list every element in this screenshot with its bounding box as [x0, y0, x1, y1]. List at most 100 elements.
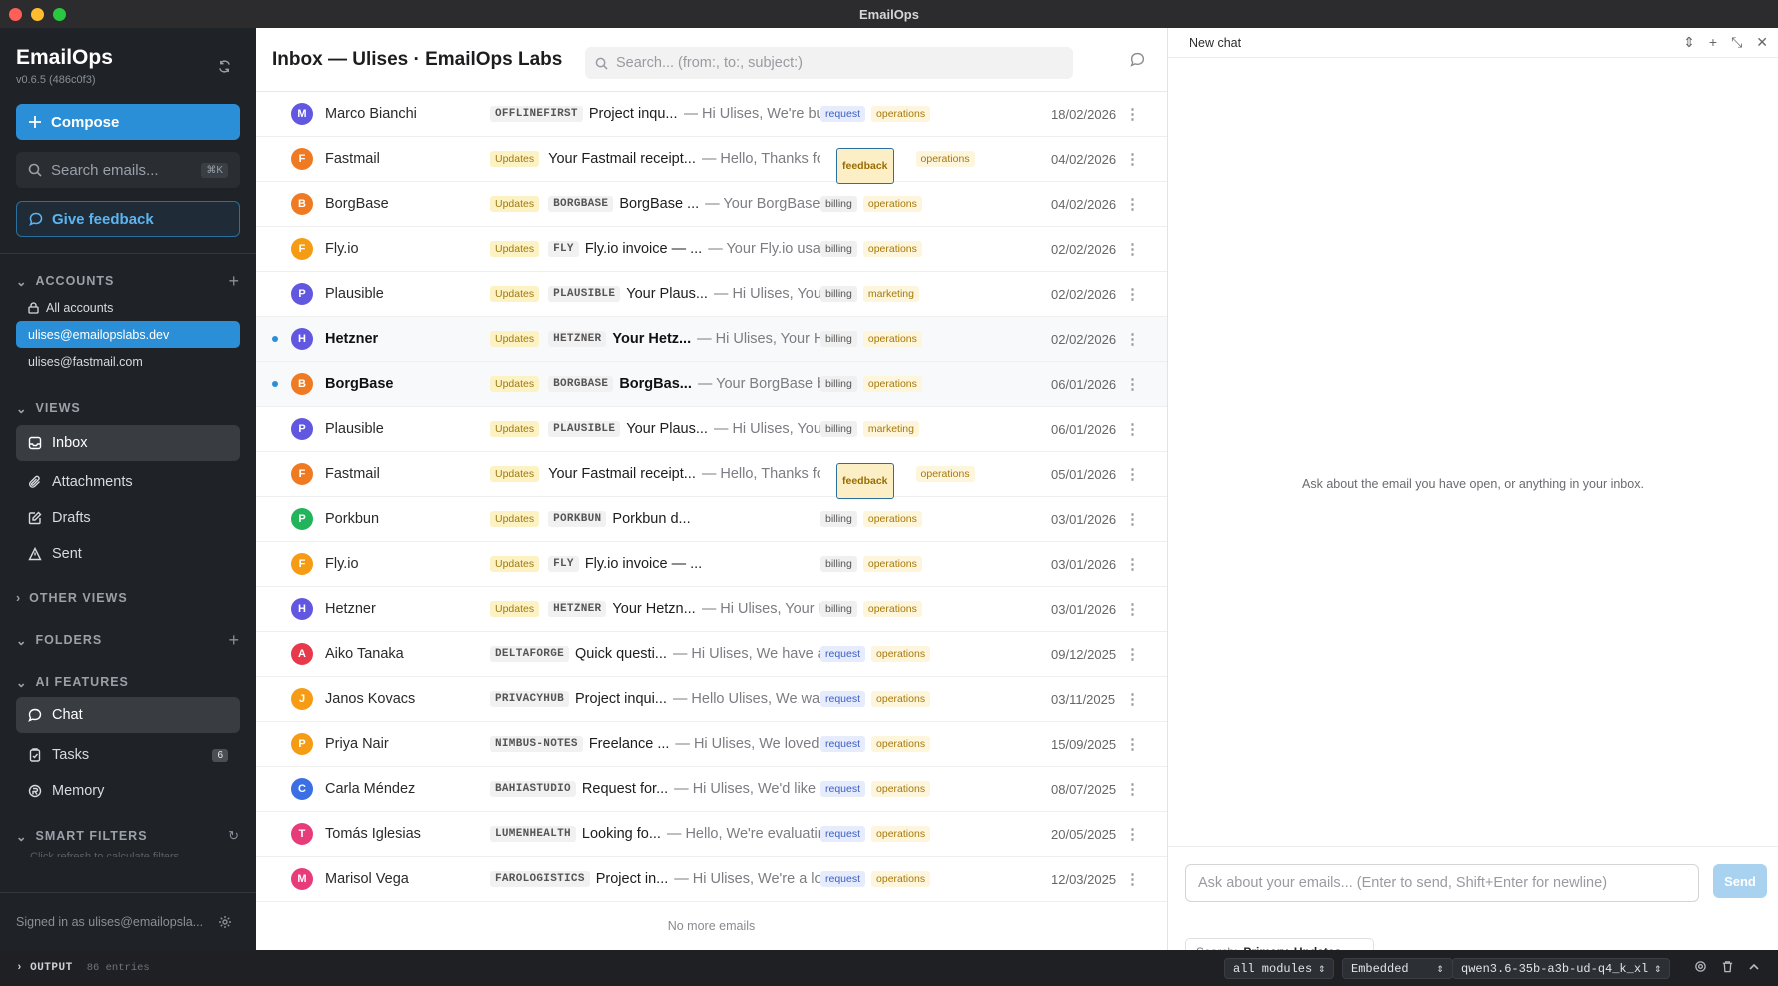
label-badge[interactable]: billing: [820, 241, 857, 257]
label-badge[interactable]: request: [820, 736, 866, 752]
expand-icon[interactable]: ⤡: [1731, 34, 1742, 51]
email-row[interactable]: H Hetzner Updates HETZNER Your Hetz... — Hi U…: [256, 317, 1167, 362]
email-row[interactable]: T Tomás Iglesias LUMENHEALTH Looking fo... —…: [256, 812, 1167, 857]
label-badge[interactable]: billing: [820, 196, 857, 212]
sidebar-item-attachments[interactable]: Attachments: [16, 464, 240, 500]
email-row[interactable]: B BorgBase Updates BORGBASE BorgBas... — Your…: [256, 362, 1167, 407]
views-section-header[interactable]: ⌄ VIEWS: [0, 395, 256, 421]
label-badge[interactable]: operations: [862, 601, 922, 617]
more-options-icon[interactable]: ⋮: [1125, 330, 1140, 348]
embedding-select[interactable]: Embedded ⇕: [1342, 958, 1453, 979]
sidebar-item-memory[interactable]: Memory: [16, 773, 240, 809]
email-row[interactable]: P Porkbun Updates PORKBUN Porkbun d... billin…: [256, 497, 1167, 542]
sidebar-item-inbox[interactable]: Inbox: [16, 425, 240, 461]
label-badge[interactable]: operations: [862, 331, 922, 347]
email-row[interactable]: C Carla Méndez BAHIASTUDIO Request for... — …: [256, 767, 1167, 812]
label-badge[interactable]: feedback: [836, 147, 894, 184]
modules-select[interactable]: all modules ⇕: [1224, 958, 1335, 979]
sidebar-search-input[interactable]: Search emails... ⌘K: [16, 152, 240, 188]
more-options-icon[interactable]: ⋮: [1125, 285, 1140, 303]
sidebar-item-tasks[interactable]: Tasks 6: [16, 737, 240, 773]
send-button[interactable]: Send: [1713, 864, 1767, 898]
sync-icon[interactable]: [216, 58, 232, 74]
label-badge[interactable]: operations: [915, 151, 975, 167]
email-search-input[interactable]: Search... (from:, to:, subject:): [585, 47, 1073, 79]
more-options-icon[interactable]: ⋮: [1125, 645, 1140, 663]
sidebar-item-sent[interactable]: Sent: [16, 536, 240, 572]
label-badge[interactable]: feedback: [836, 462, 894, 499]
account-fastmail[interactable]: ulises@fastmail.com: [16, 348, 240, 375]
label-badge[interactable]: operations: [871, 646, 931, 662]
email-row[interactable]: H Hetzner Updates HETZNER Your Hetzn... — Hi …: [256, 587, 1167, 632]
label-badge[interactable]: billing: [820, 511, 857, 527]
label-badge[interactable]: operations: [862, 556, 922, 572]
label-badge[interactable]: billing: [820, 556, 857, 572]
add-folder-icon[interactable]: +: [228, 630, 240, 651]
label-badge[interactable]: billing: [820, 376, 857, 392]
more-options-icon[interactable]: ⋮: [1125, 150, 1140, 168]
email-row[interactable]: P Plausible Updates PLAUSIBLE Your Plaus... —…: [256, 272, 1167, 317]
more-options-icon[interactable]: ⋮: [1125, 240, 1140, 258]
email-row[interactable]: M Marisol Vega FAROLOGISTICS Project in... —…: [256, 857, 1167, 902]
more-options-icon[interactable]: ⋮: [1125, 555, 1140, 573]
add-account-icon[interactable]: +: [228, 271, 240, 292]
label-badge[interactable]: operations: [871, 871, 931, 887]
folders-section-header[interactable]: ⌄ FOLDERS +: [0, 627, 256, 653]
ai-features-section-header[interactable]: ⌄ AI FEATURES: [0, 669, 256, 695]
account-all[interactable]: All accounts: [16, 294, 240, 321]
email-row[interactable]: P Priya Nair NIMBUS-NOTES Freelance ... — Hi…: [256, 722, 1167, 767]
output-toggle[interactable]: › OUTPUT: [16, 962, 73, 974]
more-options-icon[interactable]: ⋮: [1125, 870, 1140, 888]
more-options-icon[interactable]: ⋮: [1125, 465, 1140, 483]
more-options-icon[interactable]: ⋮: [1125, 825, 1140, 843]
label-badge[interactable]: operations: [862, 511, 922, 527]
more-options-icon[interactable]: ⋮: [1125, 375, 1140, 393]
new-chat-icon[interactable]: +: [1709, 34, 1717, 51]
email-row[interactable]: P Plausible Updates PLAUSIBLE Your Plaus... —…: [256, 407, 1167, 452]
more-options-icon[interactable]: ⋮: [1125, 690, 1140, 708]
label-badge[interactable]: billing: [820, 331, 857, 347]
more-options-icon[interactable]: ⋮: [1125, 780, 1140, 798]
label-badge[interactable]: billing: [820, 601, 857, 617]
give-feedback-button[interactable]: Give feedback: [16, 201, 240, 237]
account-emailopslabs[interactable]: ulises@emailopslabs.dev: [16, 321, 240, 348]
label-badge[interactable]: request: [820, 691, 866, 707]
email-row[interactable]: F Fly.io Updates FLY Fly.io invoice — ... — Y…: [256, 227, 1167, 272]
label-badge[interactable]: operations: [915, 466, 975, 482]
more-options-icon[interactable]: ⋮: [1125, 420, 1140, 438]
minimize-window-button[interactable]: [31, 7, 44, 21]
label-badge[interactable]: marketing: [862, 286, 919, 302]
more-options-icon[interactable]: ⋮: [1125, 600, 1140, 618]
label-badge[interactable]: request: [820, 781, 866, 797]
email-row[interactable]: M Marco Bianchi OFFLINEFIRST Project inqu..…: [256, 92, 1167, 137]
label-badge[interactable]: operations: [862, 196, 922, 212]
label-badge[interactable]: operations: [862, 376, 922, 392]
email-row[interactable]: B BorgBase Updates BORGBASE BorgBase ... — Yo…: [256, 182, 1167, 227]
chat-input[interactable]: Ask about your emails... (Enter to send,…: [1185, 864, 1699, 902]
email-row[interactable]: F Fly.io Updates FLY Fly.io invoice — ... bil…: [256, 542, 1167, 587]
sidebar-item-chat[interactable]: Chat: [16, 697, 240, 733]
label-badge[interactable]: operations: [871, 691, 931, 707]
label-badge[interactable]: billing: [820, 421, 857, 437]
more-options-icon[interactable]: ⋮: [1125, 105, 1140, 123]
compose-button[interactable]: Compose: [16, 104, 240, 140]
model-select[interactable]: qwen3.6-35b-a3b-ud-q4_k_xl ⇕: [1452, 958, 1671, 979]
label-badge[interactable]: operations: [862, 241, 922, 257]
label-badge[interactable]: marketing: [862, 421, 919, 437]
other-views-section-header[interactable]: › OTHER VIEWS: [0, 585, 256, 611]
trash-icon[interactable]: [1721, 960, 1734, 978]
label-badge[interactable]: operations: [871, 826, 931, 842]
chevron-up-icon[interactable]: [1748, 960, 1760, 978]
label-badge[interactable]: request: [820, 646, 866, 662]
email-row[interactable]: F Fastmail Updates Your Fastmail receipt...…: [256, 452, 1167, 499]
accounts-section-header[interactable]: ⌄ ACCOUNTS +: [0, 268, 256, 294]
more-options-icon[interactable]: ⋮: [1125, 735, 1140, 753]
chat-switch-icon[interactable]: ⇕: [1683, 34, 1695, 51]
label-badge[interactable]: operations: [871, 781, 931, 797]
email-row[interactable]: J Janos Kovacs PRIVACYHUB Project inqui... —…: [256, 677, 1167, 722]
email-row[interactable]: A Aiko Tanaka DELTAFORGE Quick questi... — H…: [256, 632, 1167, 677]
chat-toggle-icon[interactable]: [1130, 52, 1145, 67]
refresh-filters-icon[interactable]: ↻: [228, 828, 240, 844]
sidebar-item-drafts[interactable]: Drafts: [16, 500, 240, 536]
gear-icon[interactable]: [1694, 960, 1707, 978]
